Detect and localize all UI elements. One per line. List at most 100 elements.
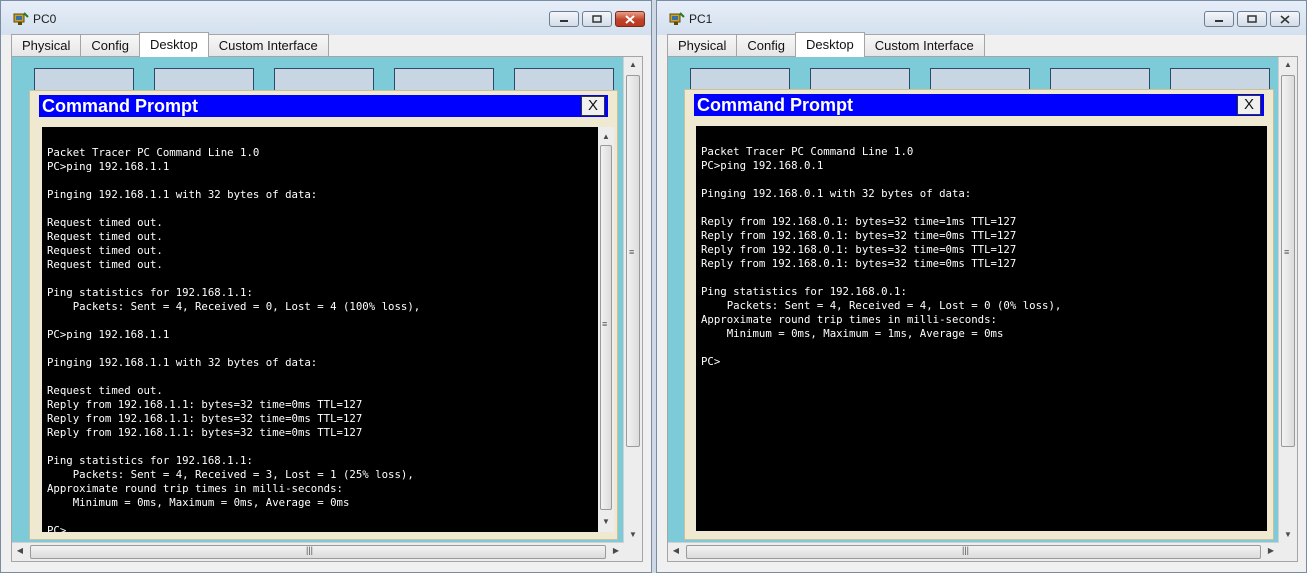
terminal-line: Request timed out. [47, 216, 163, 229]
terminal-line: Minimum = 0ms, Maximum = 1ms, Average = … [726, 327, 1004, 340]
scroll-thumb[interactable] [626, 75, 640, 447]
tab-config[interactable]: Config [80, 34, 140, 56]
tab-custom-interface[interactable]: Custom Interface [863, 34, 985, 56]
terminal-line: Ping statistics for 192.168.0.1: [701, 285, 907, 298]
terminal-line: Pinging 192.168.1.1 with 32 bytes of dat… [47, 356, 318, 369]
grip-icon: ||| [962, 545, 970, 555]
command-prompt-close-button[interactable]: X [581, 96, 605, 116]
title-bar[interactable]: PC1 [657, 1, 1306, 33]
packet-tracer-pc-icon [13, 12, 29, 25]
desktop-panel: ▲ ≡ ▼ ◀ ||| ▶ Command Prompt X Packet Tr… [667, 56, 1298, 562]
terminal-line: Packets: Sent = 4, Received = 4, Lost = … [726, 299, 1062, 312]
scroll-corner [1279, 543, 1297, 561]
scroll-up-arrow-icon[interactable]: ▲ [625, 57, 641, 73]
tab-physical[interactable]: Physical [11, 34, 82, 56]
terminal-line: Packet Tracer PC Command Line 1.0 [701, 145, 914, 158]
terminal-line: Reply from 192.168.0.1: bytes=32 time=0m… [701, 257, 1017, 270]
desktop-vertical-scrollbar[interactable]: ▲ ≡ ▼ [1278, 57, 1297, 543]
packet-tracer-pc-icon [669, 12, 685, 25]
terminal-line: Ping statistics for 192.168.1.1: [47, 454, 253, 467]
grip-icon: ≡ [629, 247, 635, 257]
minimize-icon [560, 20, 568, 22]
command-prompt-window[interactable]: Command Prompt X Packet Tracer PC Comman… [29, 90, 618, 540]
scroll-up-arrow-icon[interactable]: ▲ [598, 129, 614, 145]
tab-custom-interface[interactable]: Custom Interface [207, 34, 329, 56]
scroll-thumb[interactable] [30, 545, 606, 559]
terminal-line: PC>ping 192.168.1.1 [47, 160, 170, 173]
pc1-window[interactable]: PC1 Physical Config Desktop Custom Inter… [656, 0, 1307, 573]
desktop-vertical-scrollbar[interactable]: ▲ ≡ ▼ [623, 57, 642, 543]
scroll-up-arrow-icon[interactable]: ▲ [1280, 57, 1296, 73]
desktop-panel: ▲ ≡ ▼ ◀ ||| ▶ Command Prompt X Packet Tr… [11, 56, 643, 562]
terminal-line: Minimum = 0ms, Maximum = 0ms, Average = … [72, 496, 350, 509]
terminal-line: Reply from 192.168.1.1: bytes=32 time=0m… [47, 426, 363, 439]
close-button[interactable] [615, 11, 645, 27]
grip-icon: ≡ [602, 319, 608, 329]
terminal-line: PC> [701, 355, 721, 368]
maximize-icon [592, 15, 602, 23]
terminal-text: Packet Tracer PC Command Line 1.0 PC>pin… [47, 132, 420, 532]
close-icon [1280, 14, 1290, 24]
minimize-button[interactable] [549, 11, 579, 27]
scroll-thumb[interactable] [686, 545, 1261, 559]
grip-icon: ||| [306, 545, 314, 555]
window-title: PC0 [33, 12, 57, 26]
terminal-line: Ping statistics for 192.168.1.1: [47, 286, 253, 299]
command-prompt-close-button[interactable]: X [1237, 95, 1261, 115]
scroll-thumb[interactable] [1281, 75, 1295, 447]
tab-desktop[interactable]: Desktop [139, 32, 209, 57]
minimize-icon [1215, 20, 1223, 22]
grip-icon: ≡ [1284, 247, 1290, 257]
close-button[interactable] [1270, 11, 1300, 27]
terminal-line: Pinging 192.168.1.1 with 32 bytes of dat… [47, 188, 318, 201]
command-prompt-title: Command Prompt [42, 96, 199, 116]
close-icon [625, 14, 635, 24]
scroll-left-arrow-icon[interactable]: ◀ [668, 543, 684, 559]
tab-desktop[interactable]: Desktop [795, 32, 865, 57]
terminal-line: Packets: Sent = 4, Received = 0, Lost = … [72, 300, 421, 313]
terminal-line: Reply from 192.168.0.1: bytes=32 time=0m… [701, 229, 1017, 242]
tab-config[interactable]: Config [736, 34, 796, 56]
scroll-left-arrow-icon[interactable]: ◀ [12, 543, 28, 559]
terminal-line: Approximate round trip times in milli-se… [47, 482, 343, 495]
terminal-output[interactable]: Packet Tracer PC Command Line 1.0 PC>pin… [696, 126, 1267, 531]
terminal-line: Reply from 192.168.1.1: bytes=32 time=0m… [47, 398, 363, 411]
terminal-line: PC> [47, 524, 67, 532]
maximize-button[interactable] [1237, 11, 1267, 27]
terminal-line: Request timed out. [47, 384, 163, 397]
terminal-line: Pinging 192.168.0.1 with 32 bytes of dat… [701, 187, 972, 200]
desktop-horizontal-scrollbar[interactable]: ◀ ||| ▶ [12, 542, 624, 561]
terminal-output[interactable]: Packet Tracer PC Command Line 1.0 PC>pin… [42, 127, 614, 532]
terminal-line: Reply from 192.168.0.1: bytes=32 time=1m… [701, 215, 1017, 228]
minimize-button[interactable] [1204, 11, 1234, 27]
command-prompt-header: Command Prompt X [39, 95, 608, 117]
scroll-down-arrow-icon[interactable]: ▼ [1280, 527, 1296, 543]
terminal-line: Request timed out. [47, 244, 163, 257]
scroll-corner [624, 543, 642, 561]
terminal-line: Packets: Sent = 4, Received = 3, Lost = … [72, 468, 414, 481]
maximize-button[interactable] [582, 11, 612, 27]
terminal-line: Reply from 192.168.1.1: bytes=32 time=0m… [47, 412, 363, 425]
command-prompt-window[interactable]: Command Prompt X Packet Tracer PC Comman… [684, 89, 1274, 540]
terminal-line: Packet Tracer PC Command Line 1.0 [47, 146, 260, 159]
terminal-line: PC>ping 192.168.1.1 [47, 328, 170, 341]
command-prompt-title: Command Prompt [697, 95, 854, 115]
terminal-scrollbar[interactable]: ▲ ≡ ▼ [598, 127, 614, 532]
scroll-down-arrow-icon[interactable]: ▼ [598, 514, 614, 530]
title-bar[interactable]: PC0 [1, 1, 651, 33]
terminal-line: Request timed out. [47, 258, 163, 271]
terminal-line: Approximate round trip times in milli-se… [701, 313, 997, 326]
maximize-icon [1247, 15, 1257, 23]
tab-bar: Physical Config Desktop Custom Interface [11, 32, 329, 57]
terminal-text: Packet Tracer PC Command Line 1.0 PC>pin… [701, 131, 1061, 369]
scroll-right-arrow-icon[interactable]: ▶ [1263, 543, 1279, 559]
window-title: PC1 [689, 12, 713, 26]
pc0-window[interactable]: PC0 Physical Config Desktop Custom Inter… [0, 0, 652, 573]
scroll-down-arrow-icon[interactable]: ▼ [625, 527, 641, 543]
scroll-right-arrow-icon[interactable]: ▶ [608, 543, 624, 559]
tab-bar: Physical Config Desktop Custom Interface [667, 32, 985, 57]
tab-physical[interactable]: Physical [667, 34, 738, 56]
desktop-horizontal-scrollbar[interactable]: ◀ ||| ▶ [668, 542, 1279, 561]
command-prompt-header: Command Prompt X [694, 94, 1264, 116]
terminal-line: PC>ping 192.168.0.1 [701, 159, 824, 172]
